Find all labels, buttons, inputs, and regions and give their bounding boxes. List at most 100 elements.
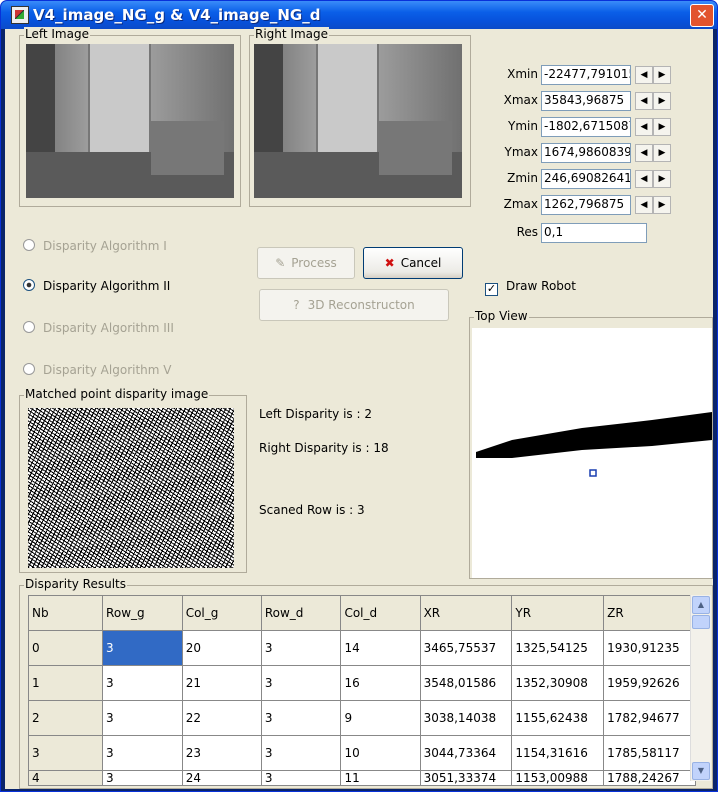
table-cell[interactable]: 1 [27, 665, 104, 701]
algorithm-1-radio[interactable]: Disparity Algorithm I [23, 239, 167, 253]
table-cell[interactable]: 1785,58117 [603, 735, 696, 771]
scroll-down-icon[interactable]: ▼ [692, 762, 710, 780]
table-cell[interactable]: 1959,92626 [603, 665, 696, 701]
table-cell[interactable]: 1782,94677 [603, 700, 696, 736]
table-cell[interactable]: 2 [27, 700, 104, 736]
table-cell[interactable]: 4 [27, 770, 104, 786]
zmax-increment[interactable]: ▶ [653, 196, 671, 214]
zmax-field[interactable]: 1262,796875 [541, 195, 631, 215]
table-cell[interactable]: 3 [27, 735, 104, 771]
ymax-field[interactable]: 1674,98608398 [541, 143, 631, 163]
column-header[interactable]: XR [419, 595, 513, 631]
scroll-thumb[interactable] [692, 615, 710, 629]
column-header[interactable]: Row_d [260, 595, 342, 631]
table-cell[interactable]: 3 [102, 770, 183, 786]
table-cell[interactable]: 3465,75537 [419, 630, 513, 666]
process-button[interactable]: ✎ Process [257, 247, 355, 279]
column-header[interactable]: YR [511, 595, 605, 631]
table-cell[interactable]: 3 [260, 700, 342, 736]
table-cell[interactable]: 1154,31616 [511, 735, 605, 771]
ymax-increment[interactable]: ▶ [653, 144, 671, 162]
matched-image-group: Matched point disparity image [19, 387, 247, 573]
process-label: Process [291, 256, 337, 270]
zmin-increment[interactable]: ▶ [653, 170, 671, 188]
zmax-decrement[interactable]: ◀ [635, 196, 653, 214]
table-cell[interactable]: 22 [181, 700, 262, 736]
ymin-field[interactable]: -1802,67150878 [541, 117, 631, 137]
right-image [254, 44, 462, 198]
ymin-increment[interactable]: ▶ [653, 118, 671, 136]
table-cell[interactable]: 14 [340, 630, 421, 666]
table-cell[interactable]: 3 [260, 630, 342, 666]
xmin-decrement[interactable]: ◀ [635, 66, 653, 84]
scroll-up-icon[interactable]: ▲ [692, 596, 710, 614]
zmin-field[interactable]: 246,690826416 [541, 169, 631, 189]
radio-dot-icon [23, 239, 35, 251]
algorithm-2-label: Disparity Algorithm II [43, 279, 171, 293]
ymax-decrement[interactable]: ◀ [635, 144, 653, 162]
column-header[interactable]: Row_g [102, 595, 183, 631]
client-area: Left Image Right Image Xmin -22477,79101… [5, 27, 713, 789]
xmin-increment[interactable]: ▶ [653, 66, 671, 84]
table-cell[interactable]: 3 [260, 665, 342, 701]
table-cell[interactable]: 1155,62438 [511, 700, 605, 736]
table-cell[interactable]: 3051,33374 [419, 770, 513, 786]
table-cell[interactable]: 20 [181, 630, 262, 666]
table-row[interactable]: 2 3 22 3 9 3038,14038 1155,62438 1782,94… [27, 700, 696, 736]
results-table[interactable]: Nb Row_g Col_g Row_d Col_d XR YR ZR 0 3 … [27, 595, 696, 786]
table-cell[interactable]: 3 [102, 630, 183, 666]
table-cell[interactable]: 1930,91235 [603, 630, 696, 666]
table-cell[interactable]: 0 [27, 630, 104, 666]
radio-dot-icon [23, 321, 35, 333]
res-field[interactable]: 0,1 [541, 223, 647, 243]
right-image-group: Right Image [249, 27, 471, 207]
column-header[interactable]: Nb [27, 595, 104, 631]
xmax-increment[interactable]: ▶ [653, 92, 671, 110]
column-header[interactable]: Col_g [181, 595, 262, 631]
table-cell[interactable]: 1788,24267 [603, 770, 696, 786]
title-bar[interactable]: V4_image_NG_g & V4_image_NG_d ✕ [1, 1, 717, 29]
table-row[interactable]: 1 3 21 3 16 3548,01586 1352,30908 1959,9… [27, 665, 696, 701]
matched-image-label: Matched point disparity image [24, 387, 210, 401]
table-cell[interactable]: 24 [181, 770, 262, 786]
zmin-decrement[interactable]: ◀ [635, 170, 653, 188]
table-cell[interactable]: 3044,73364 [419, 735, 513, 771]
table-cell[interactable]: 3548,01586 [419, 665, 513, 701]
xmin-field[interactable]: -22477,7910150 [541, 65, 631, 85]
table-cell[interactable]: 3038,14038 [419, 700, 513, 736]
table-cell[interactable]: 3 [102, 665, 183, 701]
draw-robot-checkbox[interactable]: ✓ Draw Robot [485, 279, 576, 296]
table-cell[interactable]: 3 [102, 700, 183, 736]
xmax-field[interactable]: 35843,96875 [541, 91, 631, 111]
process-icon: ✎ [275, 256, 286, 270]
algorithm-2-radio[interactable]: Disparity Algorithm II [23, 279, 170, 293]
table-cell[interactable]: 11 [340, 770, 421, 786]
xmax-decrement[interactable]: ◀ [635, 92, 653, 110]
ymin-decrement[interactable]: ◀ [635, 118, 653, 136]
reconstruction-button[interactable]: ? 3D Reconstructon [259, 289, 449, 321]
close-button[interactable]: ✕ [690, 4, 714, 27]
column-header[interactable]: ZR [603, 595, 696, 631]
left-disparity-text: Left Disparity is : 2 [259, 407, 372, 421]
table-row[interactable]: 4 3 24 3 11 3051,33374 1153,00988 1788,2… [27, 770, 696, 786]
table-cell[interactable]: 1352,30908 [511, 665, 605, 701]
top-view-canvas[interactable] [472, 328, 712, 578]
table-cell[interactable]: 10 [340, 735, 421, 771]
table-cell[interactable]: 3 [260, 770, 342, 786]
cancel-button[interactable]: ✖ Cancel [363, 247, 463, 279]
table-cell[interactable]: 16 [340, 665, 421, 701]
table-row[interactable]: 0 3 20 3 14 3465,75537 1325,54125 1930,9… [27, 630, 696, 666]
algorithm-3-radio[interactable]: Disparity Algorithm III [23, 321, 174, 335]
table-row[interactable]: 3 3 23 3 10 3044,73364 1154,31616 1785,5… [27, 735, 696, 771]
table-cell[interactable]: 23 [181, 735, 262, 771]
top-view-plot [476, 412, 712, 477]
algorithm-5-radio[interactable]: Disparity Algorithm V [23, 363, 171, 377]
column-header[interactable]: Col_d [340, 595, 421, 631]
table-cell[interactable]: 3 [102, 735, 183, 771]
table-cell[interactable]: 9 [340, 700, 421, 736]
table-cell[interactable]: 1153,00988 [511, 770, 605, 786]
table-cell[interactable]: 1325,54125 [511, 630, 605, 666]
table-cell[interactable]: 3 [260, 735, 342, 771]
results-scrollbar[interactable]: ▲ ▼ [690, 595, 711, 781]
table-cell[interactable]: 21 [181, 665, 262, 701]
